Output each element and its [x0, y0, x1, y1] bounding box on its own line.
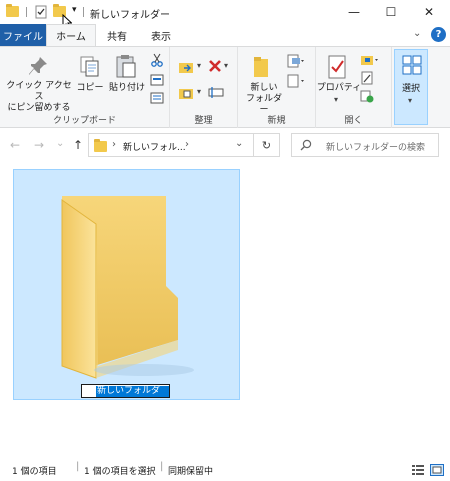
paste-button[interactable]: 貼り付け — [107, 83, 147, 94]
navigation-bar: ← → ⌄ ↑ › 新しいフォル... › ⌄ ↻ 新しいフォルダーの検索 — [0, 128, 450, 164]
copy-to-dropdown-icon[interactable]: ▾ — [197, 87, 201, 96]
select-label: 選択 — [401, 84, 420, 94]
breadcrumb-separator-2[interactable]: › — [185, 139, 189, 150]
item-count: 1 個の項目 — [12, 467, 57, 477]
status-separator-2: | — [160, 461, 164, 472]
properties-button[interactable]: プロパティ — [316, 83, 362, 94]
recent-locations-button[interactable]: ⌄ — [56, 138, 64, 149]
clipboard-group: クイック アクセス にピン留めする コピー 貼り付け クリップボード — [0, 47, 170, 129]
address-bar[interactable]: › 新しいフォル... › ⌄ — [88, 133, 254, 157]
close-button[interactable]: ✕ — [408, 0, 450, 24]
new-folder-icon — [252, 55, 272, 82]
title-separator — [83, 7, 84, 17]
rename-field[interactable]: 新しいフォルダー — [81, 384, 170, 407]
address-dropdown-icon[interactable]: ⌄ — [235, 138, 243, 149]
ribbon: クイック アクセス にピン留めする コピー 貼り付け クリップボード ▾ ▾ ▾… — [0, 46, 450, 129]
select-grid-icon — [402, 55, 422, 78]
select-dropdown-icon: ▾ — [408, 96, 413, 105]
selected-count: 1 個の項目を選択 — [84, 467, 156, 477]
large-icons-view-icon[interactable] — [430, 464, 444, 479]
rename-text[interactable]: 新しいフォルダー — [96, 386, 169, 407]
paste-shortcut-icon[interactable] — [150, 91, 164, 108]
new-item-icon[interactable] — [286, 53, 306, 72]
window-title: 新しいフォルダー — [90, 10, 170, 21]
folder-app-icon — [6, 4, 20, 19]
breadcrumb-separator[interactable]: › — [112, 139, 116, 150]
new-folder-line1: 新しい — [250, 83, 278, 93]
pin-quick-access-button[interactable]: クイック アクセス にピン留めする — [3, 81, 75, 114]
back-button[interactable]: ← — [10, 138, 20, 152]
folder-item[interactable] — [13, 169, 240, 400]
pin-label-line1: クイック アクセス — [6, 81, 72, 102]
help-icon[interactable]: ? — [431, 27, 446, 42]
open-group: プロパティ ▾ 開く — [316, 47, 392, 129]
refresh-button[interactable]: ↻ — [254, 133, 280, 157]
open-icon[interactable] — [360, 53, 380, 70]
tab-home[interactable]: ホーム — [46, 24, 96, 46]
maximize-button[interactable]: ☐ — [370, 0, 412, 24]
paste-icon — [115, 53, 139, 82]
sync-status: 同期保留中 — [168, 467, 214, 477]
easy-access-icon[interactable] — [286, 73, 306, 92]
new-group-label: 新規 — [267, 116, 286, 126]
quick-access-separator — [26, 7, 27, 17]
copy-path-icon[interactable] — [150, 73, 164, 90]
delete-icon[interactable] — [208, 59, 222, 76]
address-folder-icon — [94, 139, 107, 152]
select-group: 選択 ▾ — [392, 47, 430, 129]
clipboard-group-label: クリップボード — [52, 116, 116, 126]
cut-icon[interactable] — [150, 53, 164, 70]
breadcrumb-current-folder[interactable]: 新しいフォル... — [123, 140, 186, 153]
properties-icon — [326, 54, 350, 83]
properties-check-icon[interactable] — [34, 5, 48, 19]
rename-icon[interactable] — [208, 85, 224, 102]
pin-icon — [27, 55, 49, 80]
title-bar: ▾ 新しいフォルダー — ☐ ✕ — [0, 0, 450, 30]
tab-share[interactable]: 共有 — [100, 24, 134, 46]
ribbon-expand-icon[interactable]: ⌄ — [413, 28, 421, 39]
search-icon — [300, 139, 312, 154]
select-button[interactable]: 選択 ▾ — [394, 49, 428, 125]
organize-group: ▾ ▾ ▾ 整理 — [170, 47, 238, 129]
properties-dropdown-icon[interactable]: ▾ — [334, 95, 338, 104]
ribbon-tabs: ファイル ホーム 共有 表示 ⌄ ? — [0, 24, 450, 46]
new-group: 新しい フォルダー 新規 — [238, 47, 316, 129]
search-box[interactable]: 新しいフォルダーの検索 — [291, 133, 439, 157]
new-folder-button[interactable]: 新しい フォルダー — [242, 83, 286, 116]
open-group-label: 開く — [344, 116, 363, 126]
copy-to-icon[interactable] — [178, 85, 196, 104]
status-bar: 1 個の項目 | 1 個の項目を選択 | 同期保留中 — [0, 460, 450, 481]
quick-access-dropdown-icon[interactable]: ▾ — [72, 5, 77, 15]
move-to-dropdown-icon[interactable]: ▾ — [197, 61, 201, 70]
up-button[interactable]: ↑ — [73, 138, 83, 152]
tab-file[interactable]: ファイル — [0, 24, 46, 46]
search-placeholder: 新しいフォルダーの検索 — [326, 143, 426, 153]
move-to-icon[interactable] — [178, 59, 196, 78]
delete-dropdown-icon[interactable]: ▾ — [224, 61, 228, 70]
organize-group-label: 整理 — [194, 116, 213, 126]
large-folder-icon — [54, 190, 194, 383]
edit-icon[interactable] — [360, 71, 374, 88]
tab-view[interactable]: 表示 — [144, 24, 178, 46]
details-view-icon[interactable] — [411, 464, 425, 479]
forward-button[interactable]: → — [34, 138, 44, 152]
file-list-pane[interactable] — [0, 164, 450, 454]
minimize-button[interactable]: — — [333, 0, 375, 24]
status-separator: | — [76, 461, 80, 472]
copy-icon — [79, 55, 101, 82]
copy-button[interactable]: コピー — [75, 83, 105, 94]
history-icon[interactable] — [360, 89, 374, 106]
